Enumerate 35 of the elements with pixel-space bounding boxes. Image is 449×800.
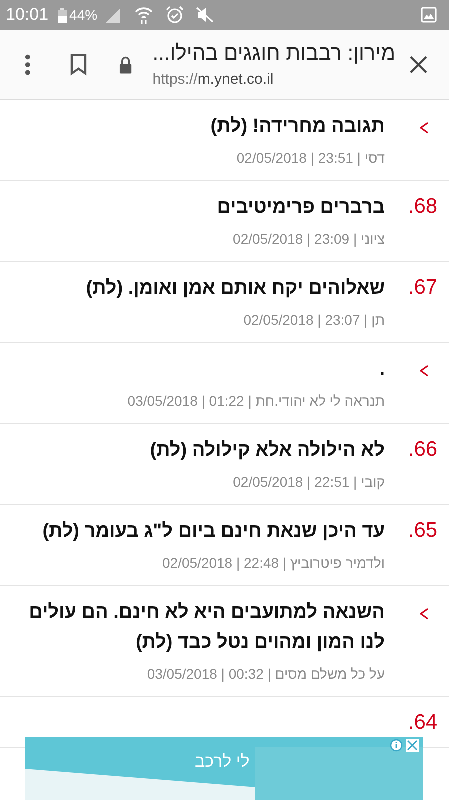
- close-icon[interactable]: [410, 56, 427, 74]
- comment-number: 64.: [408, 711, 438, 735]
- comment-meta: תנראה לי לא יהודי.חת | 01:22 | 03/05/2018: [128, 392, 385, 411]
- comment-title[interactable]: .: [380, 355, 385, 385]
- comment-meta: קובי | 22:51 | 02/05/2018: [233, 473, 385, 492]
- signal-icon: [106, 7, 122, 23]
- wifi-icon: [134, 6, 154, 24]
- comment-title[interactable]: השנאה למתועבים היא לא חינם. הם עולים לנו המון ומהוים נטל כבד (לת): [4, 598, 385, 658]
- ad-text: לי לרכב: [195, 751, 250, 773]
- lock-icon: [119, 56, 133, 74]
- page-title: מירון: רבבות חוגגים בהילו...: [152, 40, 396, 66]
- comment-title[interactable]: תגובה מחרידה! (לת): [210, 112, 385, 142]
- mute-icon: [196, 7, 214, 23]
- alarm-icon: [166, 6, 184, 24]
- bookmark-icon[interactable]: [70, 54, 88, 76]
- comment-meta: על כל משלם מסים | 00:32 | 03/05/2018: [147, 665, 385, 684]
- comment-number: 67.: [408, 276, 438, 300]
- comment-number: 65.: [408, 519, 438, 543]
- comment-title[interactable]: לא הילולה אלא קילולה (לת): [150, 436, 385, 466]
- comment-meta: ולדמיר פיטרוביץ | 22:48 | 02/05/2018: [162, 554, 385, 573]
- comment-meta: ציוני | 23:09 | 02/05/2018: [233, 230, 385, 249]
- clock: 10:01: [6, 4, 49, 26]
- battery-icon: [58, 8, 67, 22]
- comment-meta: דסי | 23:51 | 02/05/2018: [236, 149, 385, 168]
- page-url: https://m.ynet.co.il: [152, 70, 274, 90]
- comment-title[interactable]: ברברים פרימיטיבים: [217, 193, 385, 223]
- comment-number: 68.: [408, 195, 438, 219]
- comment-meta: תן | 23:07 | 02/05/2018: [244, 311, 385, 330]
- comment-number: 66.: [408, 438, 438, 462]
- more-icon[interactable]: [24, 54, 32, 76]
- image-icon: [421, 7, 437, 23]
- comment-title[interactable]: עד היכן שנאת חינם ביום ל"ג בעומר (לת): [42, 517, 385, 547]
- comment-title[interactable]: שאלוהים יקח אותם אמן ואומן. (לת): [86, 274, 385, 304]
- info-icon[interactable]: [390, 739, 403, 752]
- battery-level: 44%: [70, 6, 98, 24]
